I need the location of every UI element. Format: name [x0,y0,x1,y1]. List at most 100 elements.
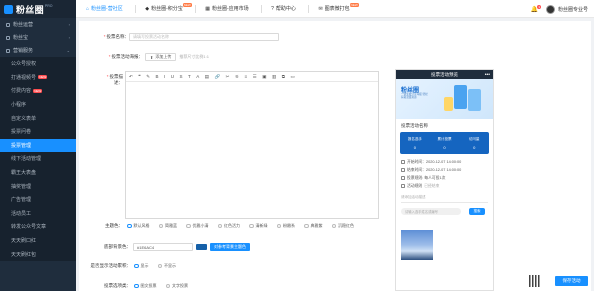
radio-label: 沉稳红色 [338,223,354,228]
sidebar-item[interactable]: 打通视频号 NEW [0,70,76,85]
radio-icon [165,283,170,289]
sidebar-item[interactable]: 广告管理 [0,192,76,207]
radio-label: 文字投票 [172,283,188,288]
sidebar-item[interactable]: 天天刷红包 [0,247,76,261]
desc-label-row: *投票描述： [99,74,123,86]
avatar[interactable] [545,4,555,14]
sidebar-item[interactable]: 小程序 [0,97,76,112]
editor-tool-icon[interactable]: ↶ [129,74,133,80]
editor-tool-icon[interactable]: ≡ [245,74,248,79]
editor-tool-icon[interactable]: I [164,74,165,79]
sidebar-item[interactable]: 公众号授权 [0,57,76,71]
rich-text-editor[interactable]: ↶ ❝ ✎ B I U S T A ▤ 🔗 ✂ ⚟ ≡ ☰ ▣ ▥ ⧉ ▭ [125,71,379,219]
stat-value: 0 [413,144,416,150]
editor-tool-icon[interactable]: ❝ [138,74,140,80]
radio-option[interactable]: 红色活力 [217,223,240,229]
editor-tool-icon[interactable]: S [180,74,183,79]
radio-option[interactable]: 不显示 [157,263,176,269]
editor-tool-icon[interactable]: ✎ [146,74,150,80]
sidebar-item[interactable]: 抽奖管理 [0,179,76,193]
editor-tool-icon[interactable]: ▣ [262,74,266,80]
bell-icon[interactable]: 🔔 3 [531,4,541,13]
new-badge: NEW [38,75,48,80]
editor-tool-icon[interactable]: ▤ [205,74,209,80]
logo[interactable]: 粉丝圈 PRO [0,0,76,18]
bg-color-input[interactable]: #1E6AC4 [133,243,193,251]
user-name[interactable]: 粉丝圈专业号 [558,6,588,13]
sidebar-group-fans[interactable]: 粉丝运营 › [0,18,76,31]
editor-tool-icon[interactable]: ▭ [290,74,294,80]
users-icon [6,22,10,27]
sidebar-item[interactable]: 投票问卷 [0,124,76,139]
qr-code-icon[interactable] [529,275,541,287]
radio-option[interactable]: 粉嫩系 [276,223,295,229]
vote-type-row: 投票选项类： 图文投票 文字投票 [99,283,188,289]
sidebar-item[interactable]: 霸王大表盘 [0,165,76,180]
sidebar-item[interactable]: 自定义表单 [0,111,76,125]
sidebar-item[interactable]: 投票管理 [0,138,76,153]
top-tab[interactable]: ⌂ 粉丝圈-营社区 [76,0,135,18]
radio-option[interactable]: 默认风格 [127,223,150,229]
sidebar-item-label: 抽奖管理 [11,183,32,190]
preview-info-sub: 已经结束 [424,183,440,188]
editor-tool-icon[interactable]: ▥ [272,74,276,80]
editor-tool-icon[interactable]: ✂ [226,74,230,80]
preview-image [401,229,433,260]
sidebar-item[interactable]: 天天刷口红 [0,233,76,248]
radio-option[interactable]: 图文投票 [134,283,157,289]
radio-icon [304,223,309,229]
radio-option[interactable]: 显示 [134,263,149,269]
stat-label: 访问量 [468,136,480,141]
top-tab[interactable]: ◆ 粉丝圈-积分宝 NEW [135,0,195,18]
editor-tool-icon[interactable]: ⚟ [235,74,239,80]
sidebar-group-label: 粉丝运营 [13,22,34,28]
preview-header-title: 投票活动预览 [431,71,458,77]
editor-tool-icon[interactable]: B [155,74,158,79]
sidebar-group-fanbao[interactable]: 粉丝宝 › [0,31,76,44]
radio-option[interactable]: 文字投票 [165,283,188,289]
sidebar-item-label: 天天刷口红 [11,238,37,245]
bg-color-swatch[interactable] [196,244,207,250]
banner-illustration [454,85,467,109]
save-button[interactable]: 保存活动 [555,276,588,286]
name-input[interactable]: 请填写投票活动名称 [129,33,279,41]
editor-tool-icon[interactable]: ⧉ [282,74,285,79]
preview-banner: 粉丝圈 一键生成分享海报 轻松获取流量资源 [396,79,493,119]
editor-tool-icon[interactable]: 🔗 [215,74,221,80]
radio-icon [134,283,139,289]
sidebar: 粉丝圈 PRO 粉丝运营 › 粉丝宝 › 营销服务 ⌄ 公众号授权 打通视频号 NE… [0,0,76,291]
radio-label: 默认风格 [133,223,150,228]
top-nav: ⌂ 粉丝圈-营社区 ◆ 粉丝圈-积分宝 NEW ▦ 粉丝圈-应用市场? 帮助中心 ✉ 图表微打包 N… [76,0,594,18]
upload-button[interactable]: ⬆ 添加上传 [145,53,177,61]
radio-option[interactable]: 简雅蓝 [158,223,177,229]
name-row: *投票名称： 请填写投票活动名称 [99,33,279,41]
show-count-label: 是否显示活动累积： [90,263,132,268]
sidebar-group-marketing[interactable]: 营销服务 ⌄ [0,44,76,57]
sidebar-item[interactable]: 付费内容 NEW [0,84,76,98]
preview-hint: 请添加活动描述 [401,195,426,199]
top-tab[interactable]: ▦ 粉丝圈-应用市场 [195,0,260,18]
stat-value: 0 [443,144,446,150]
top-tab[interactable]: ? 帮助中心 [261,0,308,18]
stat-value: 0 [473,144,476,150]
editor-tool-icon[interactable]: A [196,74,199,79]
top-tab[interactable]: ✉ 图表微打包 NEW [308,0,361,18]
radio-label: 典雅紫 [310,223,323,228]
radio-label: 显示 [140,263,149,268]
sidebar-item[interactable]: 线下活动管理 [0,152,76,166]
radio-icon [157,263,162,269]
preview-search-input[interactable]: 请输入选手姓名或编号 [401,207,461,215]
radio-option[interactable]: 优雅小清 [186,223,209,229]
sidebar-item[interactable]: 活动员工 [0,206,76,221]
preview-search-button[interactable]: 搜索 [469,207,485,215]
editor-tool-icon[interactable]: T [188,74,191,79]
radio-option[interactable]: 沉稳红色 [331,223,354,229]
radio-option[interactable]: 典雅紫 [304,223,323,229]
editor-tool-icon[interactable]: ☰ [253,74,257,80]
bg-theme-button[interactable]: 对参考背景主题色 [210,243,250,251]
preview-info-text: 投票规则: 每人可投1次 [407,175,446,180]
editor-tool-icon[interactable]: U [171,74,174,79]
sidebar-item[interactable]: 转发公众号文章 [0,220,76,234]
radio-option[interactable]: 清新绿 [249,223,268,229]
sidebar-item-label: 活动员工 [11,210,32,217]
